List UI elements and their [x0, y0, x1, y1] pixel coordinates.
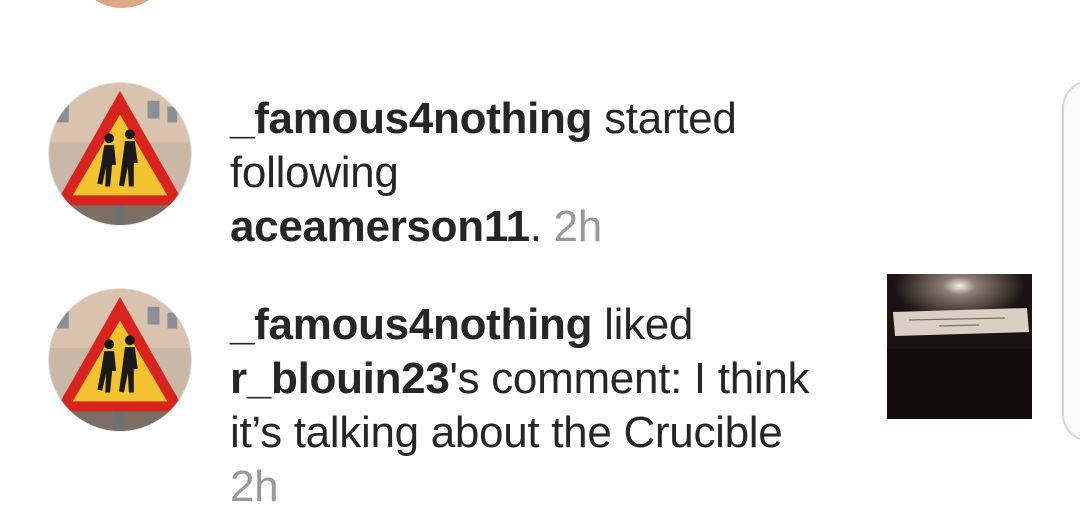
target-username-link[interactable]: r_blouin23 [230, 354, 450, 403]
avatar[interactable] [48, 288, 192, 432]
notification-text: _famous4nothing liked r_blouin23's comme… [230, 298, 870, 514]
username-link[interactable]: _famous4nothing [230, 94, 592, 143]
pedestrian-warning-sign-icon [49, 289, 191, 431]
previous-timestamp-partial: 1h [228, 0, 282, 6]
timestamp: 2h [230, 462, 279, 511]
side-panel-edge [1062, 80, 1080, 442]
pedestrian-warning-sign-icon [49, 83, 191, 225]
post-thumbnail[interactable] [887, 274, 1032, 419]
suffix-text: . [529, 202, 554, 251]
timestamp: 2h [553, 202, 603, 251]
fortune-cookie-photo-image [887, 274, 1032, 419]
username-link[interactable]: _famous4nothing [230, 300, 592, 349]
previous-avatar-partial[interactable] [78, 0, 166, 8]
avatar[interactable] [48, 82, 192, 226]
action-text: liked [592, 300, 694, 349]
notification-text: _famous4nothing started following aceame… [230, 92, 870, 254]
target-username-link[interactable]: aceamerson11 [230, 202, 530, 251]
